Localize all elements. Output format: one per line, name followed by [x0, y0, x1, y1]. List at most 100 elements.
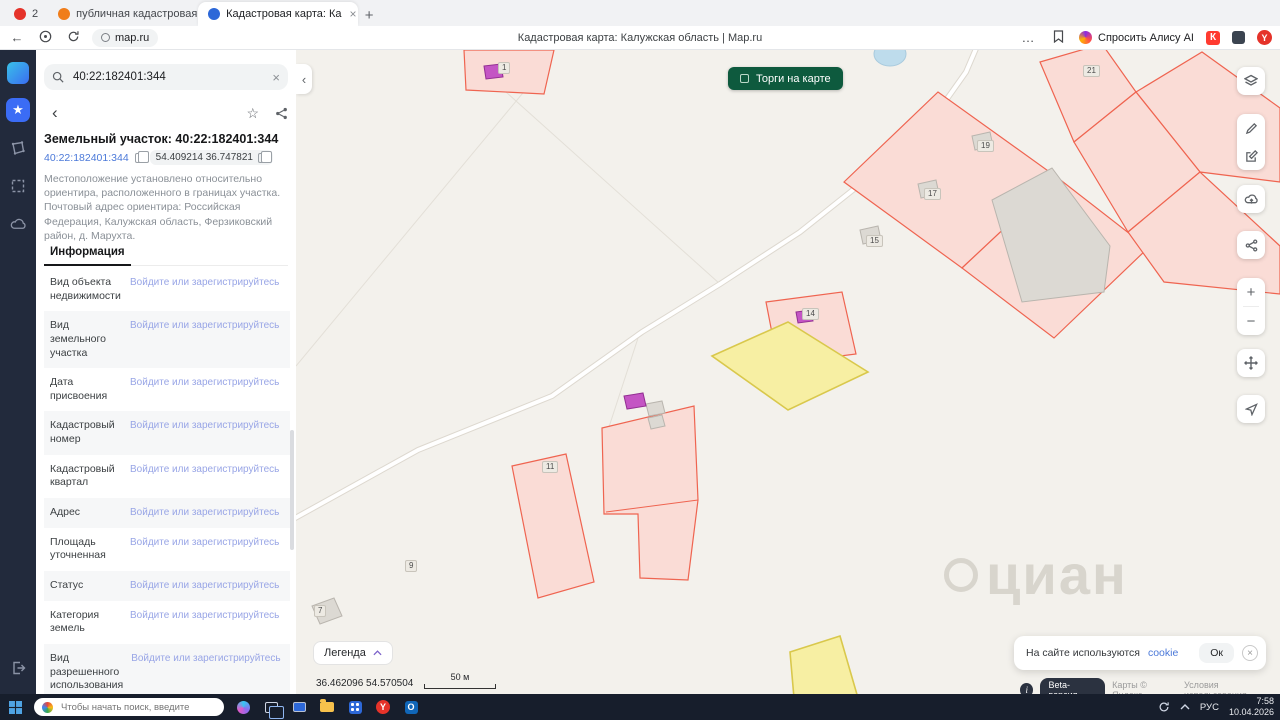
- tab-information[interactable]: Информация: [44, 242, 288, 266]
- pan-icon: [1244, 356, 1258, 370]
- map-area: 1 21 19 17 15 14 11 9 7 ‹ Торги на карте…: [296, 50, 1280, 694]
- login-link[interactable]: Войдите или зарегистрируйтесь: [131, 652, 284, 664]
- task-view-button[interactable]: [262, 698, 284, 719]
- rail-item-cloud[interactable]: [6, 212, 30, 236]
- back-icon[interactable]: ←: [8, 30, 26, 45]
- cookie-link[interactable]: cookie: [1148, 647, 1178, 659]
- new-tab-button[interactable]: +: [358, 4, 380, 26]
- map-canvas[interactable]: [296, 50, 1280, 694]
- site-security-icon: [101, 33, 110, 42]
- share-icon[interactable]: [275, 107, 288, 120]
- table-row: Кадастровый номер Войдите или зарегистрир…: [44, 411, 290, 455]
- cookie-banner: На сайте используются cookie Ок ×: [1014, 636, 1266, 670]
- cadastral-number-link[interactable]: 40:22:182401:344: [44, 152, 129, 164]
- share-group: [1237, 231, 1265, 259]
- tab-close-icon[interactable]: ×: [350, 7, 357, 21]
- bookmark-icon[interactable]: [1049, 29, 1067, 46]
- layers-button[interactable]: [1237, 67, 1265, 95]
- login-link[interactable]: Войдите или зарегистрируйтесь: [130, 419, 284, 431]
- browser-toolbar: ← map.ru Кадастровая карта: Калужская об…: [0, 26, 1280, 50]
- language-indicator[interactable]: РУС: [1200, 702, 1219, 713]
- tab-cadastral-map[interactable]: Кадастровая карта: Ка ×: [198, 2, 359, 26]
- beta-badge: Beta-версия: [1040, 678, 1106, 694]
- coordinates-chip[interactable]: 54.409214 36.747821: [149, 150, 273, 165]
- locate-button[interactable]: [1237, 395, 1265, 423]
- rail-item-draw-polygon[interactable]: [6, 136, 30, 160]
- copilot-button[interactable]: [234, 698, 252, 716]
- draw-button[interactable]: [1237, 114, 1265, 142]
- cookie-close-icon[interactable]: ×: [1242, 645, 1258, 661]
- kaspersky-icon[interactable]: К: [1206, 30, 1220, 45]
- yandex-browser-icon: Y: [376, 700, 390, 714]
- profile-avatar[interactable]: Y: [1257, 30, 1272, 45]
- panel-scrollbar[interactable]: [290, 430, 294, 550]
- sync-icon[interactable]: [1158, 701, 1170, 713]
- object-title: Земельный участок: 40:22:182401:344: [44, 132, 279, 146]
- tray-chevron-up-icon[interactable]: [1180, 704, 1190, 710]
- taskbar-search-input[interactable]: [59, 700, 209, 714]
- cookie-text: На сайте используются: [1026, 647, 1140, 659]
- cloud-icon: [10, 218, 26, 229]
- layers-group: [1237, 67, 1265, 95]
- home-icon[interactable]: [36, 30, 54, 46]
- parcel-label: 19: [977, 140, 994, 152]
- login-link[interactable]: Войдите или зарегистрируйтесь: [130, 609, 284, 621]
- object-panel: × ‹ ☆ Земельный участок: 40:22:182401:34…: [36, 50, 296, 694]
- terms-link[interactable]: Условия использования: [1184, 680, 1280, 694]
- map-share-button[interactable]: [1237, 231, 1265, 259]
- rail-item-logout[interactable]: [6, 656, 30, 680]
- rail-item-favorites[interactable]: ★: [6, 98, 30, 122]
- display-icon: [292, 702, 306, 712]
- table-row: Вид объекта недвижимости Войдите или заре…: [44, 268, 290, 311]
- search-box[interactable]: ×: [44, 64, 288, 90]
- edit-note-button[interactable]: [1237, 142, 1265, 170]
- upload-group: [1237, 185, 1265, 213]
- torgi-button[interactable]: Торги на карте: [728, 67, 843, 90]
- info-icon[interactable]: i: [1020, 683, 1034, 694]
- tab2-favicon: [58, 8, 71, 20]
- tab3-favicon: [208, 8, 221, 20]
- legend-button[interactable]: Легенда: [313, 641, 393, 665]
- clear-search-icon[interactable]: ×: [272, 70, 280, 85]
- map-attribution: Карты © Яндекс: [1112, 680, 1147, 694]
- alice-button[interactable]: Спросить Алису AI: [1079, 31, 1194, 44]
- copy-icon[interactable]: [134, 150, 149, 163]
- login-link[interactable]: Войдите или зарегистрируйтесь: [130, 463, 284, 475]
- login-link[interactable]: Войдите или зарегистрируйтесь: [130, 579, 284, 591]
- yandex-browser-button[interactable]: Y: [374, 698, 392, 716]
- cookie-ok-button[interactable]: Ок: [1199, 643, 1234, 663]
- search-input[interactable]: [71, 70, 266, 84]
- alice-icon: [1079, 31, 1093, 44]
- rail-item-select-area[interactable]: [6, 174, 30, 198]
- extension-icon[interactable]: [1232, 31, 1245, 44]
- zoom-in-button[interactable]: +: [1237, 278, 1265, 306]
- login-link[interactable]: Войдите или зарегистрируйтесь: [130, 376, 284, 388]
- address-bar[interactable]: map.ru: [92, 28, 159, 47]
- start-button[interactable]: [6, 698, 24, 716]
- clock[interactable]: 7:58 10.04.2026: [1229, 696, 1274, 719]
- tab-public-cadastral[interactable]: публичная кадастровая к: [48, 2, 198, 26]
- zoom-out-button[interactable]: −: [1237, 307, 1265, 335]
- tab-pinned[interactable]: 2: [4, 2, 48, 26]
- explorer-button[interactable]: [318, 698, 336, 716]
- pan-button[interactable]: [1237, 349, 1265, 377]
- login-link[interactable]: Войдите или зарегистрируйтесь: [130, 276, 284, 288]
- panel-back-icon[interactable]: ‹: [52, 103, 58, 123]
- login-link[interactable]: Войдите или зарегистрируйтесь: [130, 536, 284, 548]
- login-link[interactable]: Войдите или зарегистрируйтесь: [130, 319, 284, 331]
- favorite-icon[interactable]: ☆: [246, 105, 259, 122]
- login-link[interactable]: Войдите или зарегистрируйтесь: [130, 506, 284, 518]
- taskbar-search[interactable]: [34, 698, 224, 716]
- copy-coords-icon[interactable]: [258, 150, 272, 163]
- apps-grid-button[interactable]: [346, 698, 364, 716]
- pan-group: [1237, 349, 1265, 377]
- panel-collapse-button[interactable]: ‹: [296, 64, 312, 94]
- outlook-button[interactable]: O: [402, 698, 420, 716]
- cloud-upload-button[interactable]: [1237, 185, 1265, 213]
- app-logo[interactable]: [7, 62, 29, 84]
- table-row: Площадь уточненная Войдите или зарегистри…: [44, 528, 290, 571]
- reload-icon[interactable]: [64, 30, 82, 46]
- display-app-button[interactable]: [290, 698, 308, 716]
- site-url: map.ru: [115, 31, 150, 44]
- more-icon[interactable]: …: [1019, 30, 1037, 45]
